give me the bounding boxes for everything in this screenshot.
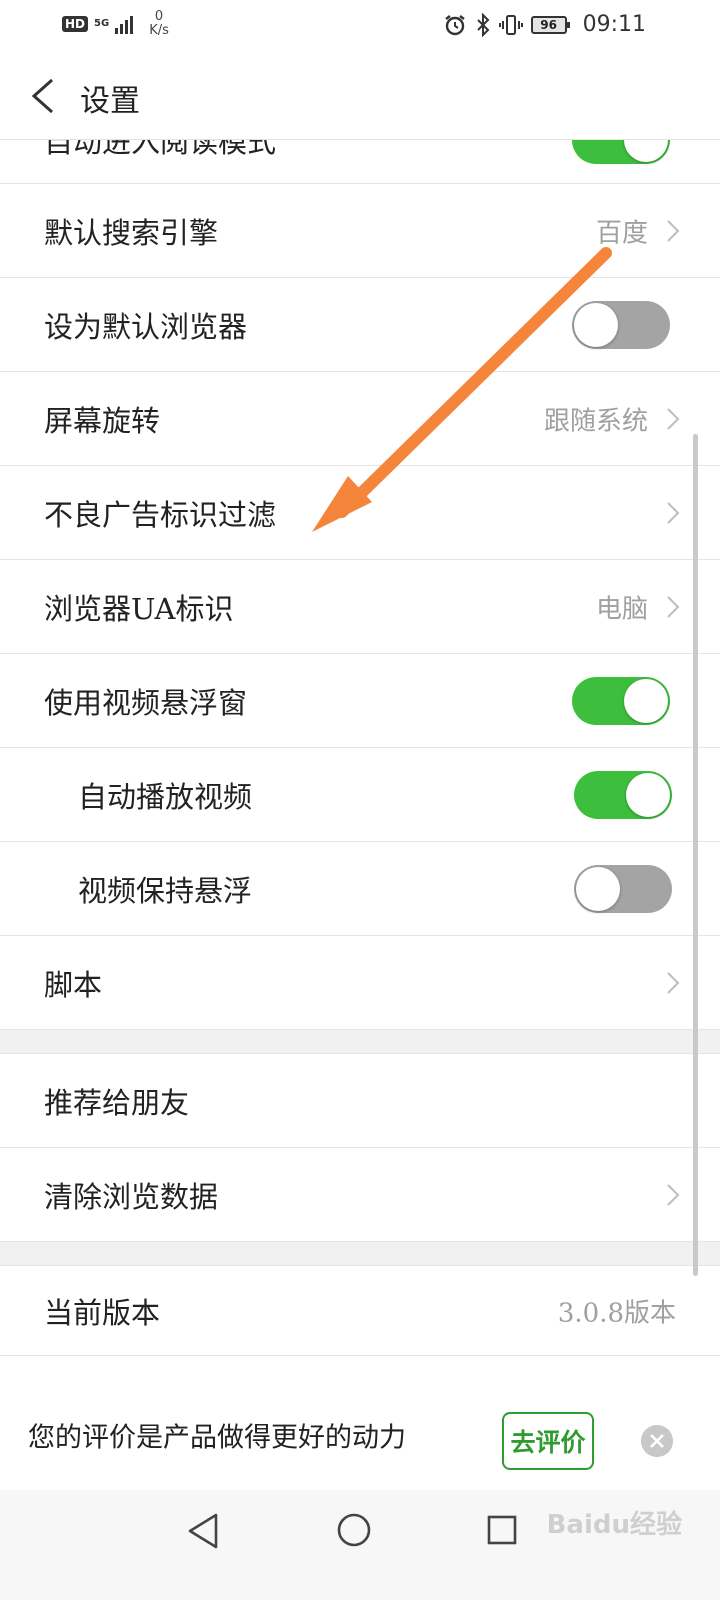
speed-unit: K/s [149, 23, 169, 38]
setting-row-default-browser[interactable]: 设为默认浏览器 [0, 278, 720, 372]
setting-label: 浏览器UA标识 [44, 591, 234, 626]
setting-row-auto-reading-mode[interactable]: 自动进入阅读模式 [0, 140, 720, 184]
setting-label: 不良广告标识过滤 [44, 497, 277, 532]
chevron-right-icon [667, 1183, 680, 1206]
setting-label: 脚本 [44, 967, 103, 1002]
toggle-knob [576, 866, 620, 911]
system-nav-bar: Baidu经验 [0, 1490, 720, 1600]
scrollbar[interactable] [693, 434, 698, 1276]
keep-video-float-toggle[interactable] [574, 864, 672, 913]
settings-header: 设置 [0, 52, 720, 140]
setting-value: 跟随系统 [543, 406, 648, 436]
default-browser-toggle[interactable] [572, 300, 670, 349]
status-right: 96 09:11 [443, 12, 646, 37]
setting-label: 推荐给朋友 [44, 1085, 190, 1120]
status-bar: HD 5G 0 K/s 96 09:11 [0, 0, 720, 52]
rate-button[interactable]: 去评价 [502, 1412, 594, 1470]
setting-row-keep-video-float[interactable]: 视频保持悬浮 [0, 842, 720, 936]
setting-row-recommend[interactable]: 推荐给朋友 [0, 1054, 720, 1148]
chevron-right-icon [667, 219, 680, 242]
toggle-knob [626, 772, 670, 817]
setting-row-script[interactable]: 脚本 [0, 936, 720, 1030]
settings-list: 自动进入阅读模式 默认搜索引擎 百度 设为默认浏览器 屏幕旋转 跟随系统 不良广… [0, 140, 720, 1356]
setting-row-screen-rotation[interactable]: 屏幕旋转 跟随系统 [0, 372, 720, 466]
setting-label: 自动播放视频 [78, 779, 253, 814]
chevron-right-icon [667, 501, 680, 524]
bluetooth-icon [476, 12, 490, 37]
signal-icon [115, 14, 134, 34]
toggle-knob [574, 302, 618, 347]
nav-back-icon[interactable] [186, 1512, 222, 1550]
chevron-right-icon [667, 971, 680, 994]
chevron-right-icon [667, 595, 680, 618]
close-icon[interactable] [641, 1425, 673, 1457]
setting-row-search-engine[interactable]: 默认搜索引擎 百度 [0, 184, 720, 278]
network-speed: 0 K/s [149, 10, 169, 38]
back-arrow-icon[interactable] [24, 72, 64, 120]
setting-row-video-float[interactable]: 使用视频悬浮窗 [0, 654, 720, 748]
network-type: 5G [94, 18, 110, 29]
setting-label: 自动进入阅读模式 [44, 140, 277, 159]
chevron-right-icon [667, 407, 680, 430]
version-value: 3.0.8版本 [557, 1298, 676, 1328]
video-float-toggle[interactable] [572, 676, 670, 725]
rating-banner: 您的评价是产品做得更好的动力 去评价 [0, 1380, 720, 1490]
setting-label: 当前版本 [44, 1295, 161, 1330]
setting-label: 设为默认浏览器 [44, 309, 248, 344]
toggle-knob [624, 678, 668, 723]
section-divider [0, 1242, 720, 1266]
status-left: HD 5G 0 K/s [62, 10, 169, 38]
setting-row-autoplay-video[interactable]: 自动播放视频 [0, 748, 720, 842]
speed-value: 0 [154, 9, 164, 24]
battery-indicator: 96 [530, 15, 570, 34]
setting-label: 屏幕旋转 [44, 403, 161, 438]
auto-reading-toggle[interactable] [572, 140, 670, 164]
toggle-knob [624, 140, 668, 162]
nav-recent-icon[interactable] [487, 1515, 517, 1545]
hd-badge: HD [62, 16, 89, 32]
alarm-icon [444, 14, 465, 35]
setting-row-ad-filter[interactable]: 不良广告标识过滤 [0, 466, 720, 560]
setting-row-clear-data[interactable]: 清除浏览数据 [0, 1148, 720, 1242]
setting-label: 默认搜索引擎 [44, 215, 219, 250]
watermark: Baidu经验 [546, 1510, 682, 1540]
page-title: 设置 [80, 84, 140, 119]
rating-text: 您的评价是产品做得更好的动力 [28, 1422, 406, 1454]
setting-label: 使用视频悬浮窗 [44, 685, 248, 720]
setting-value: 电脑 [595, 594, 648, 624]
setting-label: 清除浏览数据 [44, 1179, 219, 1214]
nav-home-icon[interactable] [337, 1513, 371, 1547]
setting-row-browser-ua[interactable]: 浏览器UA标识 电脑 [0, 560, 720, 654]
autoplay-video-toggle[interactable] [574, 770, 672, 819]
clock: 09:11 [582, 12, 646, 37]
setting-row-version: 当前版本 3.0.8版本 [0, 1266, 720, 1356]
setting-value: 百度 [595, 218, 648, 248]
section-divider [0, 1030, 720, 1054]
vibrate-icon [498, 14, 523, 35]
setting-label: 视频保持悬浮 [78, 873, 253, 908]
